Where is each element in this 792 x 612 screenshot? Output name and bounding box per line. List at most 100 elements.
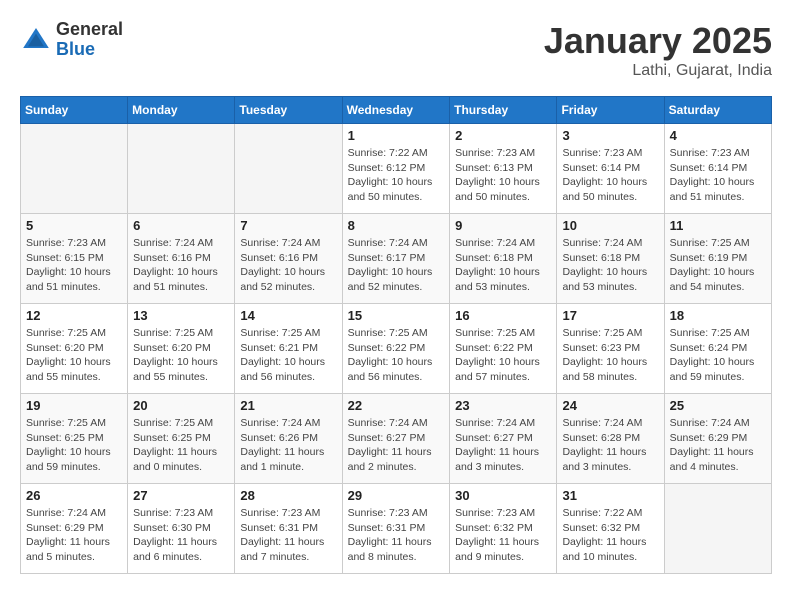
day-info: Sunrise: 7:24 AM Sunset: 6:26 PM Dayligh… bbox=[240, 416, 336, 475]
calendar-cell: 20Sunrise: 7:25 AM Sunset: 6:25 PM Dayli… bbox=[128, 394, 235, 484]
day-number: 18 bbox=[670, 308, 766, 323]
day-info: Sunrise: 7:24 AM Sunset: 6:16 PM Dayligh… bbox=[133, 236, 229, 295]
day-number: 27 bbox=[133, 488, 229, 503]
weekday-header-thursday: Thursday bbox=[450, 97, 557, 124]
day-info: Sunrise: 7:23 AM Sunset: 6:32 PM Dayligh… bbox=[455, 506, 551, 565]
weekday-header-monday: Monday bbox=[128, 97, 235, 124]
day-number: 30 bbox=[455, 488, 551, 503]
weekday-header-wednesday: Wednesday bbox=[342, 97, 450, 124]
day-info: Sunrise: 7:24 AM Sunset: 6:17 PM Dayligh… bbox=[348, 236, 445, 295]
day-info: Sunrise: 7:25 AM Sunset: 6:25 PM Dayligh… bbox=[26, 416, 122, 475]
day-number: 22 bbox=[348, 398, 445, 413]
calendar-cell: 11 Sunrise: 7:25 AM Sunset: 6:19 PM Dayli… bbox=[664, 214, 771, 304]
calendar-cell: 8 Sunrise: 7:24 AM Sunset: 6:17 PM Daylig… bbox=[342, 214, 450, 304]
day-info: Sunrise: 7:25 AM Sunset: 6:23 PM Dayligh… bbox=[562, 326, 658, 385]
day-info: Sunrise: 7:25 AM Sunset: 6:22 PM Dayligh… bbox=[348, 326, 445, 385]
calendar-cell: 3Sunrise: 7:23 AM Sunset: 6:14 PM Daylig… bbox=[557, 124, 664, 214]
day-number: 21 bbox=[240, 398, 336, 413]
day-number: 16 bbox=[455, 308, 551, 323]
calendar-cell: 7 Sunrise: 7:24 AM Sunset: 6:16 PM Daylig… bbox=[235, 214, 342, 304]
weekday-header-friday: Friday bbox=[557, 97, 664, 124]
day-info: Sunrise: 7:23 AM Sunset: 6:13 PM Dayligh… bbox=[455, 146, 551, 205]
day-number: 15 bbox=[348, 308, 445, 323]
day-info: Sunrise: 7:24 AM Sunset: 6:27 PM Dayligh… bbox=[455, 416, 551, 475]
day-number: 11 bbox=[670, 218, 766, 233]
calendar-cell: 23 Sunrise: 7:24 AM Sunset: 6:27 PM Dayli… bbox=[450, 394, 557, 484]
calendar-cell: 1Sunrise: 7:22 AM Sunset: 6:12 PM Daylig… bbox=[342, 124, 450, 214]
day-info: Sunrise: 7:24 AM Sunset: 6:16 PM Dayligh… bbox=[240, 236, 336, 295]
calendar-cell: 30 Sunrise: 7:23 AM Sunset: 6:32 PM Dayli… bbox=[450, 484, 557, 574]
day-info: Sunrise: 7:24 AM Sunset: 6:18 PM Dayligh… bbox=[455, 236, 551, 295]
day-info: Sunrise: 7:23 AM Sunset: 6:15 PM Dayligh… bbox=[26, 236, 122, 295]
day-number: 3 bbox=[562, 128, 658, 143]
day-number: 26 bbox=[26, 488, 122, 503]
day-number: 12 bbox=[26, 308, 122, 323]
day-info: Sunrise: 7:25 AM Sunset: 6:20 PM Dayligh… bbox=[133, 326, 229, 385]
day-number: 4 bbox=[670, 128, 766, 143]
calendar-week-2: 5 Sunrise: 7:23 AM Sunset: 6:15 PM Daylig… bbox=[21, 214, 772, 304]
day-number: 9 bbox=[455, 218, 551, 233]
calendar-cell: 9 Sunrise: 7:24 AM Sunset: 6:18 PM Daylig… bbox=[450, 214, 557, 304]
calendar-cell: 26Sunrise: 7:24 AM Sunset: 6:29 PM Dayli… bbox=[21, 484, 128, 574]
calendar-cell: 21 Sunrise: 7:24 AM Sunset: 6:26 PM Dayli… bbox=[235, 394, 342, 484]
day-number: 1 bbox=[348, 128, 445, 143]
day-info: Sunrise: 7:23 AM Sunset: 6:30 PM Dayligh… bbox=[133, 506, 229, 565]
weekday-header-saturday: Saturday bbox=[664, 97, 771, 124]
calendar-week-5: 26Sunrise: 7:24 AM Sunset: 6:29 PM Dayli… bbox=[21, 484, 772, 574]
day-number: 7 bbox=[240, 218, 336, 233]
day-number: 10 bbox=[562, 218, 658, 233]
calendar-cell bbox=[128, 124, 235, 214]
day-number: 29 bbox=[348, 488, 445, 503]
day-info: Sunrise: 7:25 AM Sunset: 6:24 PM Dayligh… bbox=[670, 326, 766, 385]
calendar-week-1: 1Sunrise: 7:22 AM Sunset: 6:12 PM Daylig… bbox=[21, 124, 772, 214]
day-number: 20 bbox=[133, 398, 229, 413]
day-info: Sunrise: 7:25 AM Sunset: 6:19 PM Dayligh… bbox=[670, 236, 766, 295]
calendar-cell: 18 Sunrise: 7:25 AM Sunset: 6:24 PM Dayli… bbox=[664, 304, 771, 394]
day-number: 17 bbox=[562, 308, 658, 323]
weekday-header-tuesday: Tuesday bbox=[235, 97, 342, 124]
calendar-cell: 5 Sunrise: 7:23 AM Sunset: 6:15 PM Daylig… bbox=[21, 214, 128, 304]
logo-text: General Blue bbox=[56, 20, 123, 60]
day-number: 14 bbox=[240, 308, 336, 323]
weekday-header-sunday: Sunday bbox=[21, 97, 128, 124]
calendar-cell: 24Sunrise: 7:24 AM Sunset: 6:28 PM Dayli… bbox=[557, 394, 664, 484]
calendar-cell: 29Sunrise: 7:23 AM Sunset: 6:31 PM Dayli… bbox=[342, 484, 450, 574]
weekday-header-row: SundayMondayTuesdayWednesdayThursdayFrid… bbox=[21, 97, 772, 124]
day-number: 19 bbox=[26, 398, 122, 413]
calendar-cell: 12Sunrise: 7:25 AM Sunset: 6:20 PM Dayli… bbox=[21, 304, 128, 394]
title-block: January 2025 Lathi, Gujarat, India bbox=[544, 20, 772, 80]
calendar-cell: 10 Sunrise: 7:24 AM Sunset: 6:18 PM Dayli… bbox=[557, 214, 664, 304]
calendar-cell: 6Sunrise: 7:24 AM Sunset: 6:16 PM Daylig… bbox=[128, 214, 235, 304]
logo-blue: Blue bbox=[56, 40, 123, 60]
calendar-table: SundayMondayTuesdayWednesdayThursdayFrid… bbox=[20, 96, 772, 574]
calendar-header: SundayMondayTuesdayWednesdayThursdayFrid… bbox=[21, 97, 772, 124]
day-number: 23 bbox=[455, 398, 551, 413]
day-info: Sunrise: 7:23 AM Sunset: 6:14 PM Dayligh… bbox=[670, 146, 766, 205]
calendar-body: 1Sunrise: 7:22 AM Sunset: 6:12 PM Daylig… bbox=[21, 124, 772, 574]
calendar-week-4: 19 Sunrise: 7:25 AM Sunset: 6:25 PM Dayli… bbox=[21, 394, 772, 484]
calendar-cell: 28 Sunrise: 7:23 AM Sunset: 6:31 PM Dayli… bbox=[235, 484, 342, 574]
calendar-cell: 19 Sunrise: 7:25 AM Sunset: 6:25 PM Dayli… bbox=[21, 394, 128, 484]
day-info: Sunrise: 7:22 AM Sunset: 6:32 PM Dayligh… bbox=[562, 506, 658, 565]
day-number: 8 bbox=[348, 218, 445, 233]
day-number: 13 bbox=[133, 308, 229, 323]
calendar-cell bbox=[664, 484, 771, 574]
calendar-cell: 2Sunrise: 7:23 AM Sunset: 6:13 PM Daylig… bbox=[450, 124, 557, 214]
calendar-cell bbox=[235, 124, 342, 214]
calendar-subtitle: Lathi, Gujarat, India bbox=[544, 62, 772, 80]
calendar-cell: 27 Sunrise: 7:23 AM Sunset: 6:30 PM Dayli… bbox=[128, 484, 235, 574]
calendar-cell: 14Sunrise: 7:25 AM Sunset: 6:21 PM Dayli… bbox=[235, 304, 342, 394]
day-info: Sunrise: 7:24 AM Sunset: 6:18 PM Dayligh… bbox=[562, 236, 658, 295]
day-info: Sunrise: 7:24 AM Sunset: 6:27 PM Dayligh… bbox=[348, 416, 445, 475]
calendar-cell: 22 Sunrise: 7:24 AM Sunset: 6:27 PM Dayli… bbox=[342, 394, 450, 484]
day-number: 5 bbox=[26, 218, 122, 233]
day-number: 31 bbox=[562, 488, 658, 503]
day-number: 28 bbox=[240, 488, 336, 503]
calendar-cell: 25 Sunrise: 7:24 AM Sunset: 6:29 PM Dayli… bbox=[664, 394, 771, 484]
calendar-cell: 4 Sunrise: 7:23 AM Sunset: 6:14 PM Daylig… bbox=[664, 124, 771, 214]
day-info: Sunrise: 7:23 AM Sunset: 6:31 PM Dayligh… bbox=[240, 506, 336, 565]
day-info: Sunrise: 7:24 AM Sunset: 6:29 PM Dayligh… bbox=[670, 416, 766, 475]
day-number: 24 bbox=[562, 398, 658, 413]
calendar-cell: 15 Sunrise: 7:25 AM Sunset: 6:22 PM Dayli… bbox=[342, 304, 450, 394]
day-number: 25 bbox=[670, 398, 766, 413]
